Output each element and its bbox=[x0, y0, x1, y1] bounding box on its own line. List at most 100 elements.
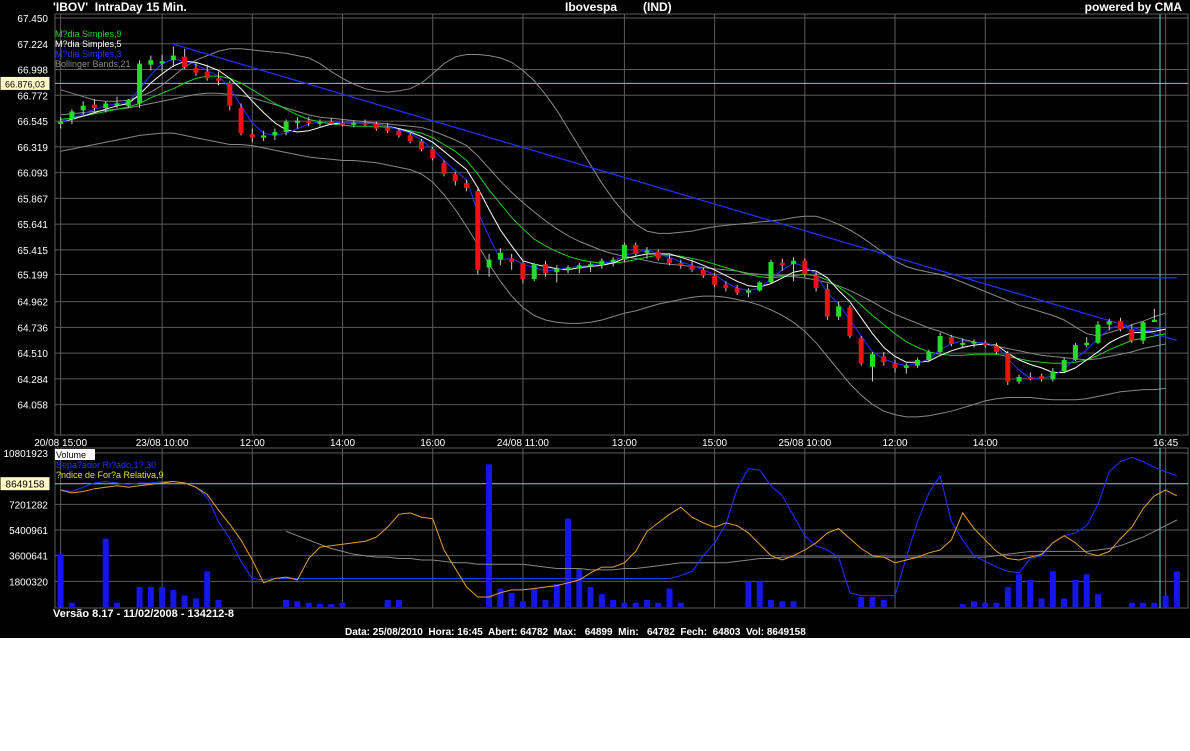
candle-body bbox=[1118, 321, 1124, 330]
candle-body bbox=[994, 346, 1000, 352]
bollinger-upper-line bbox=[60, 48, 1166, 337]
volume-bar bbox=[632, 602, 639, 607]
price-legend-item: M?dia Simples,5 bbox=[55, 39, 122, 49]
candle-body bbox=[204, 71, 210, 79]
price-legend-item: Bollinger Bands,21 bbox=[55, 59, 131, 69]
candle-body bbox=[621, 244, 627, 260]
volume-legend-item: Volume bbox=[56, 450, 86, 460]
volume-bar bbox=[610, 599, 617, 607]
candle-body bbox=[509, 258, 515, 262]
volume-legend-item: ?ndice de For?a Relativa,9 bbox=[56, 470, 164, 480]
candle-body bbox=[802, 260, 808, 275]
candle-body bbox=[689, 265, 695, 270]
volume-bar bbox=[1162, 595, 1169, 607]
volume-bar bbox=[1151, 602, 1158, 607]
candle-body bbox=[373, 123, 379, 129]
volume-bar bbox=[102, 538, 109, 607]
volume-bar bbox=[1004, 587, 1011, 607]
volume-bar bbox=[643, 599, 650, 607]
candle-body bbox=[114, 103, 120, 106]
candle-body bbox=[858, 338, 864, 364]
price-tick-label: 64.284 bbox=[17, 375, 48, 386]
candle-body bbox=[385, 127, 391, 131]
price-tick-label: 65.415 bbox=[17, 246, 48, 257]
volume-bar bbox=[215, 599, 222, 607]
candle-body bbox=[779, 263, 785, 266]
version-label: Versão 8.17 - 11/02/2008 - 134212-8 bbox=[53, 608, 235, 620]
candle-body bbox=[881, 356, 887, 363]
ma3-line bbox=[60, 58, 1166, 379]
candle-body bbox=[903, 365, 909, 368]
candle-body bbox=[272, 131, 278, 136]
candle-body bbox=[633, 244, 639, 254]
candle-body bbox=[700, 269, 706, 276]
volume-bar bbox=[204, 571, 211, 607]
candle-body bbox=[745, 290, 751, 293]
volume-blue-line bbox=[60, 456, 1178, 597]
candle-body bbox=[497, 252, 503, 260]
volume-legend-item: Sepa?ador Ri?ado,1?,30 bbox=[56, 460, 156, 470]
volume-bar bbox=[621, 602, 628, 607]
candle-body bbox=[644, 250, 650, 253]
volume-current-label: 8649158 bbox=[6, 480, 45, 491]
candle-body bbox=[836, 306, 842, 317]
candle-body bbox=[937, 335, 943, 352]
candle-body bbox=[159, 61, 165, 64]
candle-body bbox=[351, 122, 357, 125]
candle-body bbox=[542, 264, 548, 274]
candle-body bbox=[655, 251, 661, 259]
candle-body bbox=[1050, 371, 1056, 380]
candle-body bbox=[1140, 322, 1146, 341]
price-chart: 67.450 67.224 66.998 66.772 66.545 66.319 66.0… bbox=[0, 13, 1189, 449]
candle-body bbox=[1095, 324, 1101, 343]
volume-tick-label: 7201282 bbox=[9, 500, 48, 511]
volume-bar bbox=[395, 599, 402, 607]
candle-body bbox=[430, 149, 436, 159]
volume-bar bbox=[655, 602, 662, 607]
volume-bar bbox=[147, 587, 154, 607]
candle-body bbox=[712, 275, 718, 285]
candle-body bbox=[418, 141, 424, 150]
price-tick-label: 66.319 bbox=[17, 143, 48, 154]
volume-bar bbox=[982, 602, 989, 607]
candle-body bbox=[182, 56, 188, 68]
candle-body bbox=[869, 354, 875, 367]
volume-bar bbox=[305, 602, 312, 607]
candle-body bbox=[283, 121, 289, 132]
candle-body bbox=[554, 268, 560, 273]
candle-body bbox=[791, 260, 797, 265]
price-tick-label: 65.199 bbox=[17, 271, 48, 282]
volume-bar bbox=[531, 588, 538, 607]
candle-body bbox=[813, 275, 819, 289]
volume-bar bbox=[553, 584, 560, 607]
volume-bar bbox=[1083, 574, 1090, 607]
candle-body bbox=[565, 267, 571, 270]
candle-body bbox=[734, 288, 740, 293]
volume-bar bbox=[1061, 598, 1068, 607]
candle-body bbox=[1106, 321, 1112, 325]
candle-body bbox=[948, 337, 954, 344]
candle-body bbox=[362, 122, 368, 125]
volume-bar bbox=[68, 602, 75, 607]
volume-bar bbox=[57, 554, 64, 607]
candle-body bbox=[328, 121, 334, 124]
volume-bar bbox=[970, 601, 977, 607]
candle-body bbox=[667, 258, 673, 264]
candle-body bbox=[847, 307, 853, 336]
price-tick-label: 65.641 bbox=[17, 220, 48, 231]
volume-bar bbox=[181, 595, 188, 607]
candle-body bbox=[249, 134, 255, 138]
candle-body bbox=[306, 120, 312, 123]
candle-body bbox=[137, 63, 143, 104]
candle-body bbox=[768, 261, 774, 283]
candle-body bbox=[892, 363, 898, 368]
price-tick-label: 64.736 bbox=[17, 323, 48, 334]
current-value-label: 66.876,03 bbox=[5, 79, 45, 89]
volume-bar bbox=[959, 604, 966, 607]
candle-body bbox=[238, 108, 244, 134]
candle-body bbox=[396, 130, 402, 136]
volume-bar bbox=[328, 604, 335, 607]
volume-bar bbox=[542, 599, 549, 607]
candle-body bbox=[599, 260, 605, 266]
price-legend-item: M?dia Simples,3 bbox=[55, 49, 122, 59]
